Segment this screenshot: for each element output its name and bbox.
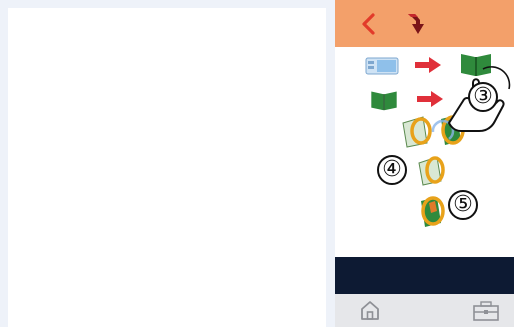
- book-icon: [371, 91, 397, 111]
- top-toolbar: [335, 0, 514, 47]
- dark-status-bar: [335, 257, 514, 294]
- ring-card-icon[interactable]: [413, 153, 449, 189]
- home-icon[interactable]: [360, 300, 380, 320]
- step-3-callout: ③: [468, 82, 498, 112]
- content-area: ③ ④ ⑤: [335, 47, 514, 257]
- chevron-left-icon[interactable]: [357, 12, 381, 36]
- ring-book-icon[interactable]: [415, 191, 451, 231]
- step-5-callout: ⑤: [448, 190, 478, 220]
- card-icon: [365, 57, 399, 75]
- toolbox-icon[interactable]: [473, 301, 499, 321]
- blank-left-panel: [8, 8, 326, 327]
- red-arrow-icon: [417, 91, 443, 107]
- app-screen: ③ ④ ⑤: [335, 0, 514, 327]
- step-4-callout: ④: [377, 155, 407, 185]
- bottom-toolbar: [335, 294, 514, 327]
- redirect-arrow-icon[interactable]: [403, 10, 431, 38]
- red-arrow-icon: [415, 57, 441, 73]
